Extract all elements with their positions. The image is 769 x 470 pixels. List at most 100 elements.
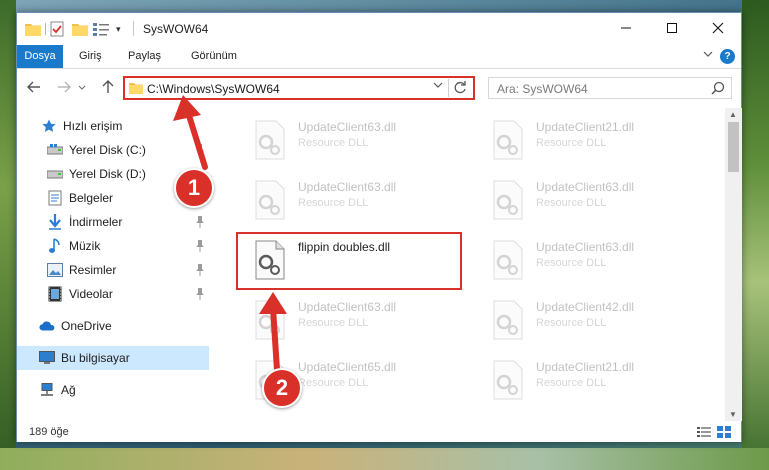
annotation-step-2: 2 <box>262 368 302 408</box>
dll-file-icon <box>490 240 526 280</box>
file-item[interactable]: UpdateClient63.dll Resource DLL <box>480 176 710 222</box>
expand-ribbon-chevron-icon[interactable] <box>703 50 713 61</box>
sidebar-item-music[interactable]: Müzik <box>47 235 100 257</box>
maximize-button[interactable] <box>649 13 695 43</box>
item-count: 189 öğe <box>29 426 69 438</box>
pin-icon[interactable] <box>195 288 205 303</box>
sidebar-item-label: Bu bilgisayar <box>61 351 130 365</box>
title-separator <box>133 21 134 36</box>
customize-toolbar-dropdown[interactable]: ▾ <box>116 20 121 38</box>
dll-file-icon <box>490 120 526 160</box>
annotation-arrow-2-icon <box>259 292 287 372</box>
help-icon[interactable]: ? <box>720 49 735 64</box>
file-type: Resource DLL <box>536 197 607 209</box>
scroll-up-arrow-icon[interactable]: ▲ <box>729 110 737 119</box>
documents-icon <box>47 190 63 206</box>
folder-icon[interactable] <box>25 20 41 38</box>
sidebar-item-downloads[interactable]: İndirmeler <box>47 211 122 233</box>
drive-icon <box>47 142 63 158</box>
annotation-arrow-1-icon <box>173 95 208 170</box>
sidebar-item-pictures[interactable]: Resimler <box>47 259 116 281</box>
sidebar-item-network[interactable]: Ağ <box>39 379 76 401</box>
dll-file-icon <box>252 180 288 220</box>
address-row: C:\Windows\SysWOW64 Ara: SysWOW64 <box>17 69 741 105</box>
new-folder-icon[interactable] <box>72 20 88 38</box>
file-type: Resource DLL <box>298 317 369 329</box>
file-type: Resource DLL <box>536 377 607 389</box>
address-path[interactable]: C:\Windows\SysWOW64 <box>147 82 280 96</box>
window-title: SysWOW64 <box>143 22 209 36</box>
annotation-step-1: 1 <box>174 168 214 208</box>
file-item[interactable]: UpdateClient42.dll Resource DLL <box>480 296 710 342</box>
star-icon <box>41 118 57 134</box>
pictures-icon <box>47 262 63 278</box>
file-item[interactable]: UpdateClient63.dll Resource DLL <box>480 236 710 282</box>
scrollbar-thumb[interactable] <box>728 122 739 172</box>
pin-icon[interactable] <box>195 240 205 255</box>
sidebar-item-label: Belgeler <box>69 191 114 205</box>
sidebar-item-label: Müzik <box>69 239 101 253</box>
file-item[interactable]: UpdateClient63.dll Resource DLL <box>242 176 472 222</box>
title-bar: ▾ SysWOW64 <box>17 13 741 45</box>
file-item[interactable]: UpdateClient63.dll Resource DLL <box>242 116 472 162</box>
search-input[interactable]: Ara: SysWOW64 <box>497 82 588 96</box>
file-name: UpdateClient63.dll <box>298 180 397 194</box>
dll-file-icon <box>490 360 526 400</box>
address-divider <box>448 79 449 97</box>
sidebar-item-this-pc[interactable]: Bu bilgisayar <box>17 346 209 370</box>
sidebar-item-label: Ağ <box>61 383 76 397</box>
sidebar-item-local-disk-d[interactable]: Yerel Disk (D:) <box>47 163 146 185</box>
pin-icon[interactable] <box>195 216 205 231</box>
details-view-icon[interactable] <box>697 426 711 441</box>
search-icon[interactable] <box>711 81 725 98</box>
tab-view[interactable]: Görünüm <box>181 45 247 68</box>
address-dropdown-chevron-icon[interactable] <box>433 81 443 92</box>
sidebar-item-quick-access[interactable]: Hızlı erişim <box>41 115 122 137</box>
desktop-background-right <box>742 0 769 470</box>
properties-icon[interactable] <box>93 20 111 38</box>
file-name: UpdateClient21.dll <box>536 360 635 374</box>
onedrive-icon <box>39 318 55 334</box>
videos-icon <box>47 286 63 302</box>
scroll-down-arrow-icon[interactable]: ▼ <box>729 410 737 419</box>
search-box[interactable]: Ara: SysWOW64 <box>488 77 732 99</box>
file-type: Resource DLL <box>536 137 607 149</box>
tab-share[interactable]: Paylaş <box>118 45 171 68</box>
tab-home[interactable]: Giriş <box>69 45 112 68</box>
ribbon-tabs: Dosya Giriş Paylaş Görünüm ? <box>17 45 741 69</box>
sidebar-item-documents[interactable]: Belgeler <box>47 187 113 209</box>
sidebar-item-label: Resimler <box>69 263 117 277</box>
minimize-button[interactable] <box>603 13 649 43</box>
file-name: UpdateClient63.dll <box>536 240 635 254</box>
dll-file-icon <box>490 180 526 220</box>
close-button[interactable] <box>695 13 741 43</box>
sidebar-item-label: Videolar <box>69 287 113 301</box>
pin-icon[interactable] <box>195 264 205 279</box>
desktop-background-left <box>0 0 16 470</box>
file-name: UpdateClient63.dll <box>298 300 397 314</box>
vertical-scrollbar[interactable]: ▲ ▼ <box>725 108 742 421</box>
up-arrow-icon[interactable] <box>102 80 114 97</box>
desktop-background-bottom <box>0 448 769 470</box>
forward-arrow-icon[interactable] <box>57 80 71 96</box>
properties-check-icon[interactable] <box>50 20 64 38</box>
large-icons-view-icon[interactable] <box>717 426 731 441</box>
quick-access-separator <box>45 23 46 35</box>
file-item[interactable]: UpdateClient21.dll Resource DLL <box>480 356 710 402</box>
file-name: UpdateClient63.dll <box>298 120 397 134</box>
tab-file[interactable]: Dosya <box>17 45 63 68</box>
file-type: Resource DLL <box>536 317 607 329</box>
sidebar-item-local-disk-c[interactable]: Yerel Disk (C:) <box>47 139 146 161</box>
sidebar-item-onedrive[interactable]: OneDrive <box>39 315 112 337</box>
sidebar-item-label: Hızlı erişim <box>63 119 123 133</box>
computer-icon <box>39 350 55 366</box>
back-arrow-icon[interactable] <box>27 80 41 96</box>
file-type: Resource DLL <box>536 257 607 269</box>
refresh-icon[interactable] <box>454 80 467 97</box>
file-item[interactable]: UpdateClient21.dll Resource DLL <box>480 116 710 162</box>
sidebar-item-label: Yerel Disk (D:) <box>69 167 146 181</box>
explorer-window: ▾ SysWOW64 Dosya Giriş Paylaş Görünüm ? <box>16 12 742 442</box>
recent-locations-chevron-icon[interactable] <box>78 83 86 93</box>
sidebar-item-videos[interactable]: Videolar <box>47 283 113 305</box>
dll-file-icon <box>490 300 526 340</box>
